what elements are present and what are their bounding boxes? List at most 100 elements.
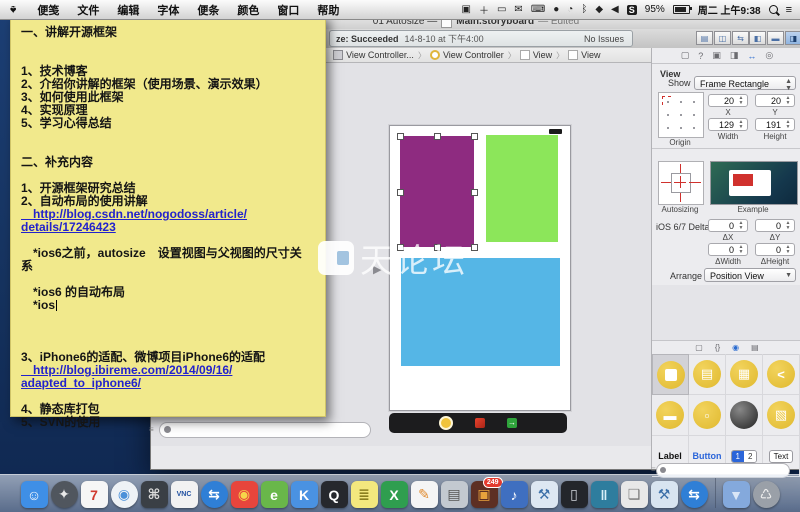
display-icon[interactable]: ▭ (497, 4, 506, 15)
green-subview[interactable] (486, 135, 558, 242)
plus-icon[interactable]: ＋ (479, 2, 489, 17)
glkit-view-controller-item[interactable] (726, 395, 763, 436)
dock-icon-instruments[interactable]: ‖ (591, 481, 618, 508)
navigator-toggle-button[interactable]: ◧ (749, 31, 766, 45)
navigation-controller-item[interactable]: < (763, 354, 800, 395)
menu-item-文件[interactable]: 文件 (68, 2, 108, 18)
dock-icon-airport-utility[interactable]: ◉ (111, 481, 138, 508)
note-link[interactable]: adapted_to_iphone6/ (21, 377, 319, 390)
selection-handle[interactable] (471, 244, 478, 251)
delta-x-field[interactable]: 0▲▼ (708, 219, 748, 232)
delta-y-field[interactable]: 0▲▼ (755, 219, 795, 232)
media-library-tab[interactable]: ▤ (751, 343, 759, 352)
table-view-controller-item[interactable]: ▤ (689, 354, 726, 395)
dock-icon-keyboard-app[interactable]: ⌘ (141, 481, 168, 508)
menu-item-便笺[interactable]: 便笺 (28, 2, 68, 18)
menu-item-便条[interactable]: 便条 (188, 2, 228, 18)
notification-center-icon[interactable]: ≡ (786, 4, 792, 16)
selection-handle[interactable] (397, 133, 404, 140)
breadcrumb-item[interactable]: View (520, 50, 552, 60)
spotlight-icon[interactable] (769, 5, 778, 14)
screenflow-icon[interactable]: S (627, 5, 637, 15)
breadcrumb-item[interactable]: View Controller (430, 50, 504, 60)
sync-icon[interactable]: ▣ (462, 4, 471, 15)
keyboard-icon[interactable]: ⌨ (531, 4, 545, 15)
dock-icon-qq[interactable]: Q (321, 481, 348, 508)
delta-x-stepper[interactable]: ▲▼ (736, 221, 746, 231)
note-text[interactable]: 一、讲解开源框架1、技术博客2、介绍你讲解的框架（使用场景、演示效果）3、如何使… (11, 19, 325, 429)
selection-handle[interactable] (471, 189, 478, 196)
width-field[interactable]: 129▲▼ (708, 118, 748, 131)
version-editor-button[interactable]: ⇆ (732, 31, 749, 45)
dock-icon-music-app[interactable]: ♪ (501, 481, 528, 508)
selection-handle[interactable] (434, 133, 441, 140)
first-responder-icon[interactable] (475, 418, 485, 428)
delta-width-stepper[interactable]: ▲▼ (736, 245, 746, 255)
breadcrumb-item[interactable]: View Controller... (333, 50, 414, 60)
x-field[interactable]: 20▲▼ (708, 94, 748, 107)
purple-subview[interactable] (400, 136, 474, 247)
dock-icon-vnc-viewer[interactable]: VNC (171, 481, 198, 508)
file-inspector-tab[interactable]: ▢ (681, 50, 690, 61)
dock-icon-xcode[interactable]: ⚒ (531, 481, 558, 508)
collection-view-controller-item[interactable]: ▦ (726, 354, 763, 395)
delta-height-stepper[interactable]: ▲▼ (783, 245, 793, 255)
width-stepper[interactable]: ▲▼ (736, 120, 746, 130)
selection-handle[interactable] (434, 244, 441, 251)
object-library-tab[interactable]: ◉ (732, 343, 739, 352)
menu-item-颜色[interactable]: 颜色 (228, 2, 268, 18)
view-controller-item[interactable] (652, 354, 689, 395)
delta-width-field[interactable]: 0▲▼ (708, 243, 748, 256)
selection-handle[interactable] (471, 133, 478, 140)
page-view-controller-item[interactable]: ▫ (689, 395, 726, 436)
code-snippet-library-tab[interactable]: {} (715, 343, 720, 352)
dock-icon-calendar[interactable]: 7 (81, 481, 108, 508)
stickies-note[interactable]: 一、讲解开源框架1、技术博客2、介绍你讲解的框架（使用场景、演示效果）3、如何使… (10, 14, 326, 417)
blue-subview[interactable] (401, 258, 560, 366)
size-inspector-tab[interactable]: ↔ (747, 51, 756, 61)
breadcrumb-item[interactable]: View (568, 50, 600, 60)
dock-icon-xmind[interactable]: X (381, 481, 408, 508)
tab-bar-controller-item[interactable]: ▬ (652, 395, 689, 436)
standard-editor-button[interactable]: ▤ (696, 31, 713, 45)
menu-item-字体[interactable]: 字体 (148, 2, 188, 18)
debug-area-toggle-button[interactable]: ▬ (767, 31, 784, 45)
delta-height-field[interactable]: 0▲▼ (755, 243, 795, 256)
height-field[interactable]: 191▲▼ (755, 118, 795, 131)
menu-item-帮助[interactable]: 帮助 (308, 2, 348, 18)
bluetooth-icon[interactable]: ᛒ (581, 4, 587, 15)
origin-selector[interactable] (658, 92, 704, 138)
dock-icon-ios-simulator[interactable]: ▯ (561, 481, 588, 508)
dock-icon-downloads-folder[interactable]: ▼ (723, 481, 750, 508)
file-template-library-tab[interactable]: ▢ (695, 343, 703, 352)
dock-icon-box-app[interactable]: ▣249 (471, 481, 498, 508)
object-item[interactable]: ▧ (763, 395, 800, 436)
selection-handle[interactable] (397, 189, 404, 196)
dock-icon-keynote[interactable]: K (291, 481, 318, 508)
dock-icon-teamviewer-alt[interactable]: ⇆ (681, 481, 708, 508)
identity-inspector-tab[interactable]: ▣ (712, 50, 721, 61)
quick-help-tab[interactable]: ? (698, 51, 703, 61)
show-dropdown[interactable]: Frame Rectangle ▲▼ (694, 76, 796, 90)
dock-icon-stickies[interactable]: ≣ (351, 481, 378, 508)
delta-y-stepper[interactable]: ▲▼ (783, 221, 793, 231)
volume-icon[interactable]: ◀ (611, 4, 619, 15)
attributes-inspector-tab[interactable]: ◨ (730, 50, 739, 61)
note-link[interactable]: details/17246423 (21, 221, 319, 234)
x-stepper[interactable]: ▲▼ (736, 96, 746, 106)
height-stepper[interactable]: ▲▼ (783, 120, 793, 130)
time-machine-icon[interactable]: ◔ (567, 4, 573, 15)
view-controller-icon[interactable] (439, 416, 453, 430)
apple-menu-icon[interactable]: ♠ (0, 3, 28, 17)
dock-icon-notes-app[interactable]: ▤ (441, 481, 468, 508)
assistant-editor-button[interactable]: ◫ (714, 31, 731, 45)
messages-icon[interactable]: ✉ (514, 4, 522, 15)
y-stepper[interactable]: ▲▼ (783, 96, 793, 106)
dock-icon-trash[interactable]: ♺ (753, 481, 780, 508)
dock-icon-evernote[interactable]: e (261, 481, 288, 508)
airplay-icon[interactable]: ◆ (595, 4, 603, 15)
connections-inspector-tab[interactable]: ◎ (765, 50, 773, 61)
utilities-toggle-button[interactable]: ◨ (785, 31, 800, 45)
selection-handle[interactable] (397, 244, 404, 251)
arrange-dropdown[interactable]: Position View ▼ (704, 268, 796, 282)
